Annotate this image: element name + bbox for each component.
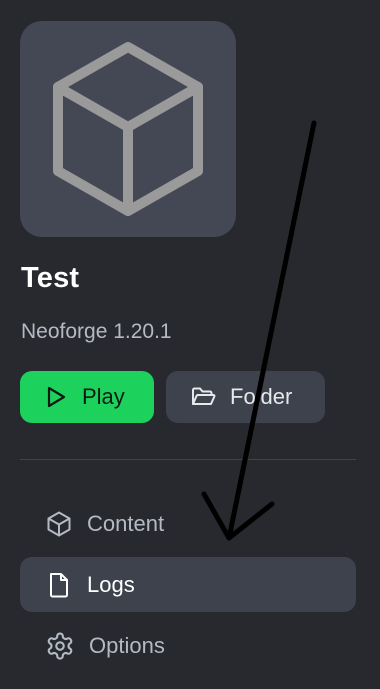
play-button-label: Play — [82, 384, 125, 409]
play-button[interactable]: Play — [20, 371, 154, 423]
nav-item-content[interactable]: Content — [20, 496, 356, 551]
file-icon — [50, 572, 68, 597]
box-icon — [47, 511, 71, 536]
nav-item-label: Options — [89, 632, 165, 658]
gear-icon — [47, 631, 73, 660]
instance-title: Test — [21, 262, 80, 294]
cube-icon — [53, 42, 203, 216]
nav-item-options[interactable]: Options — [20, 618, 356, 673]
play-icon — [47, 386, 66, 408]
folder-button[interactable]: Folder — [166, 371, 325, 423]
instance-icon-card — [20, 21, 236, 237]
nav-item-label: Logs — [87, 571, 135, 597]
instance-version: Neoforge 1.20.1 — [21, 320, 172, 343]
nav-item-logs[interactable]: Logs — [20, 557, 356, 612]
section-divider — [20, 459, 356, 460]
folder-button-label: Folder — [230, 384, 293, 409]
folder-open-icon — [192, 387, 216, 405]
nav-item-label: Content — [87, 510, 165, 536]
